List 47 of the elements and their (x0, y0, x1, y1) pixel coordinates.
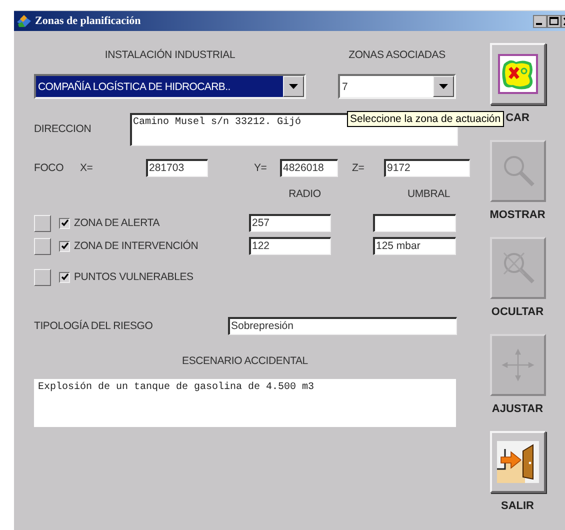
tool-label: AJUSTAR (492, 403, 544, 416)
field-label: FOCO (34, 162, 65, 174)
checkbox-label: PUNTOS VULNERABLES (74, 271, 194, 283)
threshold-field[interactable] (373, 214, 456, 232)
window-title: Zonas de planificación (35, 15, 142, 27)
exit-button[interactable] (490, 431, 546, 493)
field-label: TIPOLOGÍA DEL RIESGO (34, 320, 154, 332)
threshold-field[interactable]: 125 mbar (373, 237, 456, 255)
app-icon (16, 14, 32, 28)
coordinate-field[interactable]: 281703 (146, 159, 208, 177)
radio-field[interactable]: 257 (249, 214, 331, 232)
checkbox[interactable] (59, 218, 70, 228)
tooltip: Seleccione la zona de actuación (347, 111, 504, 127)
tool-label: CAR (506, 112, 530, 125)
risk-type-field[interactable]: Sobrepresión (228, 317, 457, 335)
zone-toggle-button[interactable] (34, 238, 51, 254)
coordinate-label: X= (80, 162, 94, 174)
tool-label: MOSTRAR (490, 209, 546, 222)
field-label: ZONAS ASOCIADAS (348, 49, 446, 61)
column-header: RADIO (288, 188, 322, 200)
map-icon (498, 54, 538, 94)
field-label: DIRECCION (34, 123, 92, 135)
zone-toggle-button[interactable] (34, 268, 51, 286)
field-label: INSTALACIÓN INDUSTRIAL (104, 49, 236, 61)
coordinate-field[interactable]: 9172 (384, 159, 470, 177)
column-header: UMBRAL (406, 188, 452, 200)
checkbox[interactable] (59, 240, 70, 252)
scenario-field[interactable]: Explosión de un tanque de gasolina de 4.500 m3 (34, 379, 456, 427)
checkbox-label: ZONA DE INTERVENCIÓN (74, 240, 200, 252)
coordinate-label: Y= (254, 162, 268, 174)
installation-dropdown[interactable]: COMPAÑÍA LOGÍSTICA DE HIDROCARB.. (34, 74, 306, 99)
maximize-icon[interactable] (547, 14, 561, 28)
tool-label: OCULTAR (491, 306, 544, 319)
coordinate-label: Z= (352, 162, 366, 174)
zone-toggle-button[interactable] (34, 214, 51, 232)
radio-field[interactable]: 122 (249, 237, 331, 255)
field-label: ESCENARIO ACCIDENTAL (181, 355, 309, 367)
tool-label: SALIR (501, 500, 534, 513)
dropdown-arrow-icon (439, 84, 448, 89)
dropdown-arrow-icon (289, 84, 298, 89)
checkbox[interactable] (59, 272, 70, 282)
coordinate-field[interactable]: 4826018 (280, 159, 338, 177)
exit-door-icon (496, 441, 538, 483)
map-button[interactable] (490, 43, 546, 105)
checkbox-label: ZONA DE ALERTA (74, 217, 161, 229)
minimize-icon[interactable] (533, 14, 547, 28)
zones-dropdown[interactable]: 7 (338, 74, 456, 99)
